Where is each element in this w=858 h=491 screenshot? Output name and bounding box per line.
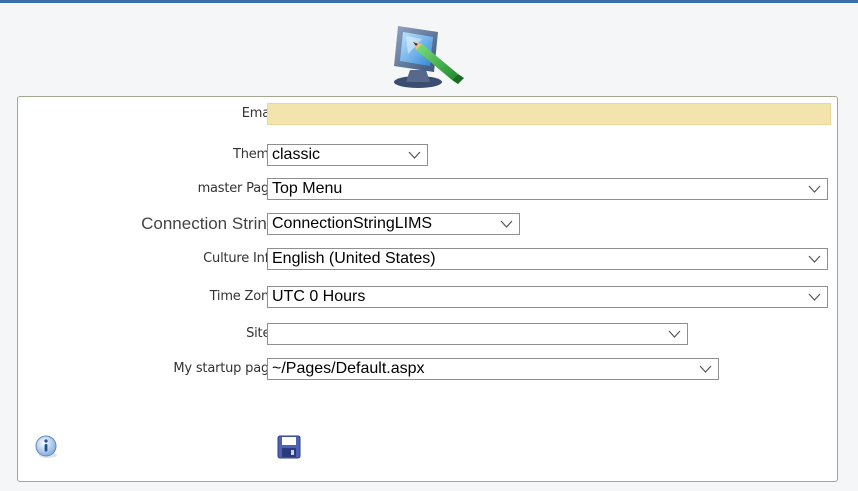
connection-string-select[interactable]: ConnectionStringLIMS [267, 213, 520, 235]
chevron-down-icon [808, 293, 821, 301]
time-zone-select[interactable]: UTC 0 Hours [267, 286, 828, 308]
master-page-value: Top Menu [272, 180, 343, 197]
connection-string-row: Connection String: ConnectionStringLIMS [18, 211, 839, 237]
sites-select[interactable] [267, 323, 688, 345]
culture-info-select[interactable]: English (United States) [267, 248, 828, 270]
user-preferences-icon [394, 26, 464, 88]
master-page-select[interactable]: Top Menu [267, 178, 828, 200]
chevron-down-icon [699, 365, 712, 373]
chevron-down-icon [808, 255, 821, 263]
master-page-row: master Page: Top Menu [18, 176, 839, 202]
time-zone-value: UTC 0 Hours [272, 288, 366, 305]
chevron-down-icon [500, 220, 513, 228]
chevron-down-icon [668, 330, 681, 338]
sites-row: Sites: [18, 321, 839, 347]
user-settings-panel: Email: Theme: classic master Page: Top M… [17, 96, 838, 482]
startup-page-row: My startup page: ~/Pages/Default.aspx [18, 356, 839, 382]
startup-page-label: My startup page: [173, 361, 281, 376]
theme-select[interactable]: classic [267, 144, 428, 166]
connection-string-label: Connection String: [141, 214, 281, 233]
email-row: Email: [18, 101, 839, 127]
chevron-down-icon [808, 185, 821, 193]
startup-page-value: ~/Pages/Default.aspx [272, 360, 425, 377]
startup-page-select[interactable]: ~/Pages/Default.aspx [267, 358, 719, 380]
chevron-down-icon [408, 151, 421, 159]
save-icon[interactable] [276, 434, 302, 460]
time-zone-row: Time Zone: UTC 0 Hours [18, 284, 839, 310]
culture-info-row: Culture Info: English (United States) [18, 246, 839, 272]
theme-value: classic [272, 146, 321, 163]
info-icon[interactable] [34, 434, 60, 460]
theme-row: Theme: classic [18, 142, 839, 168]
email-field[interactable] [267, 103, 831, 125]
culture-info-value: English (United States) [272, 250, 436, 267]
connection-string-value: ConnectionStringLIMS [272, 215, 433, 232]
top-accent-bar [0, 0, 858, 3]
